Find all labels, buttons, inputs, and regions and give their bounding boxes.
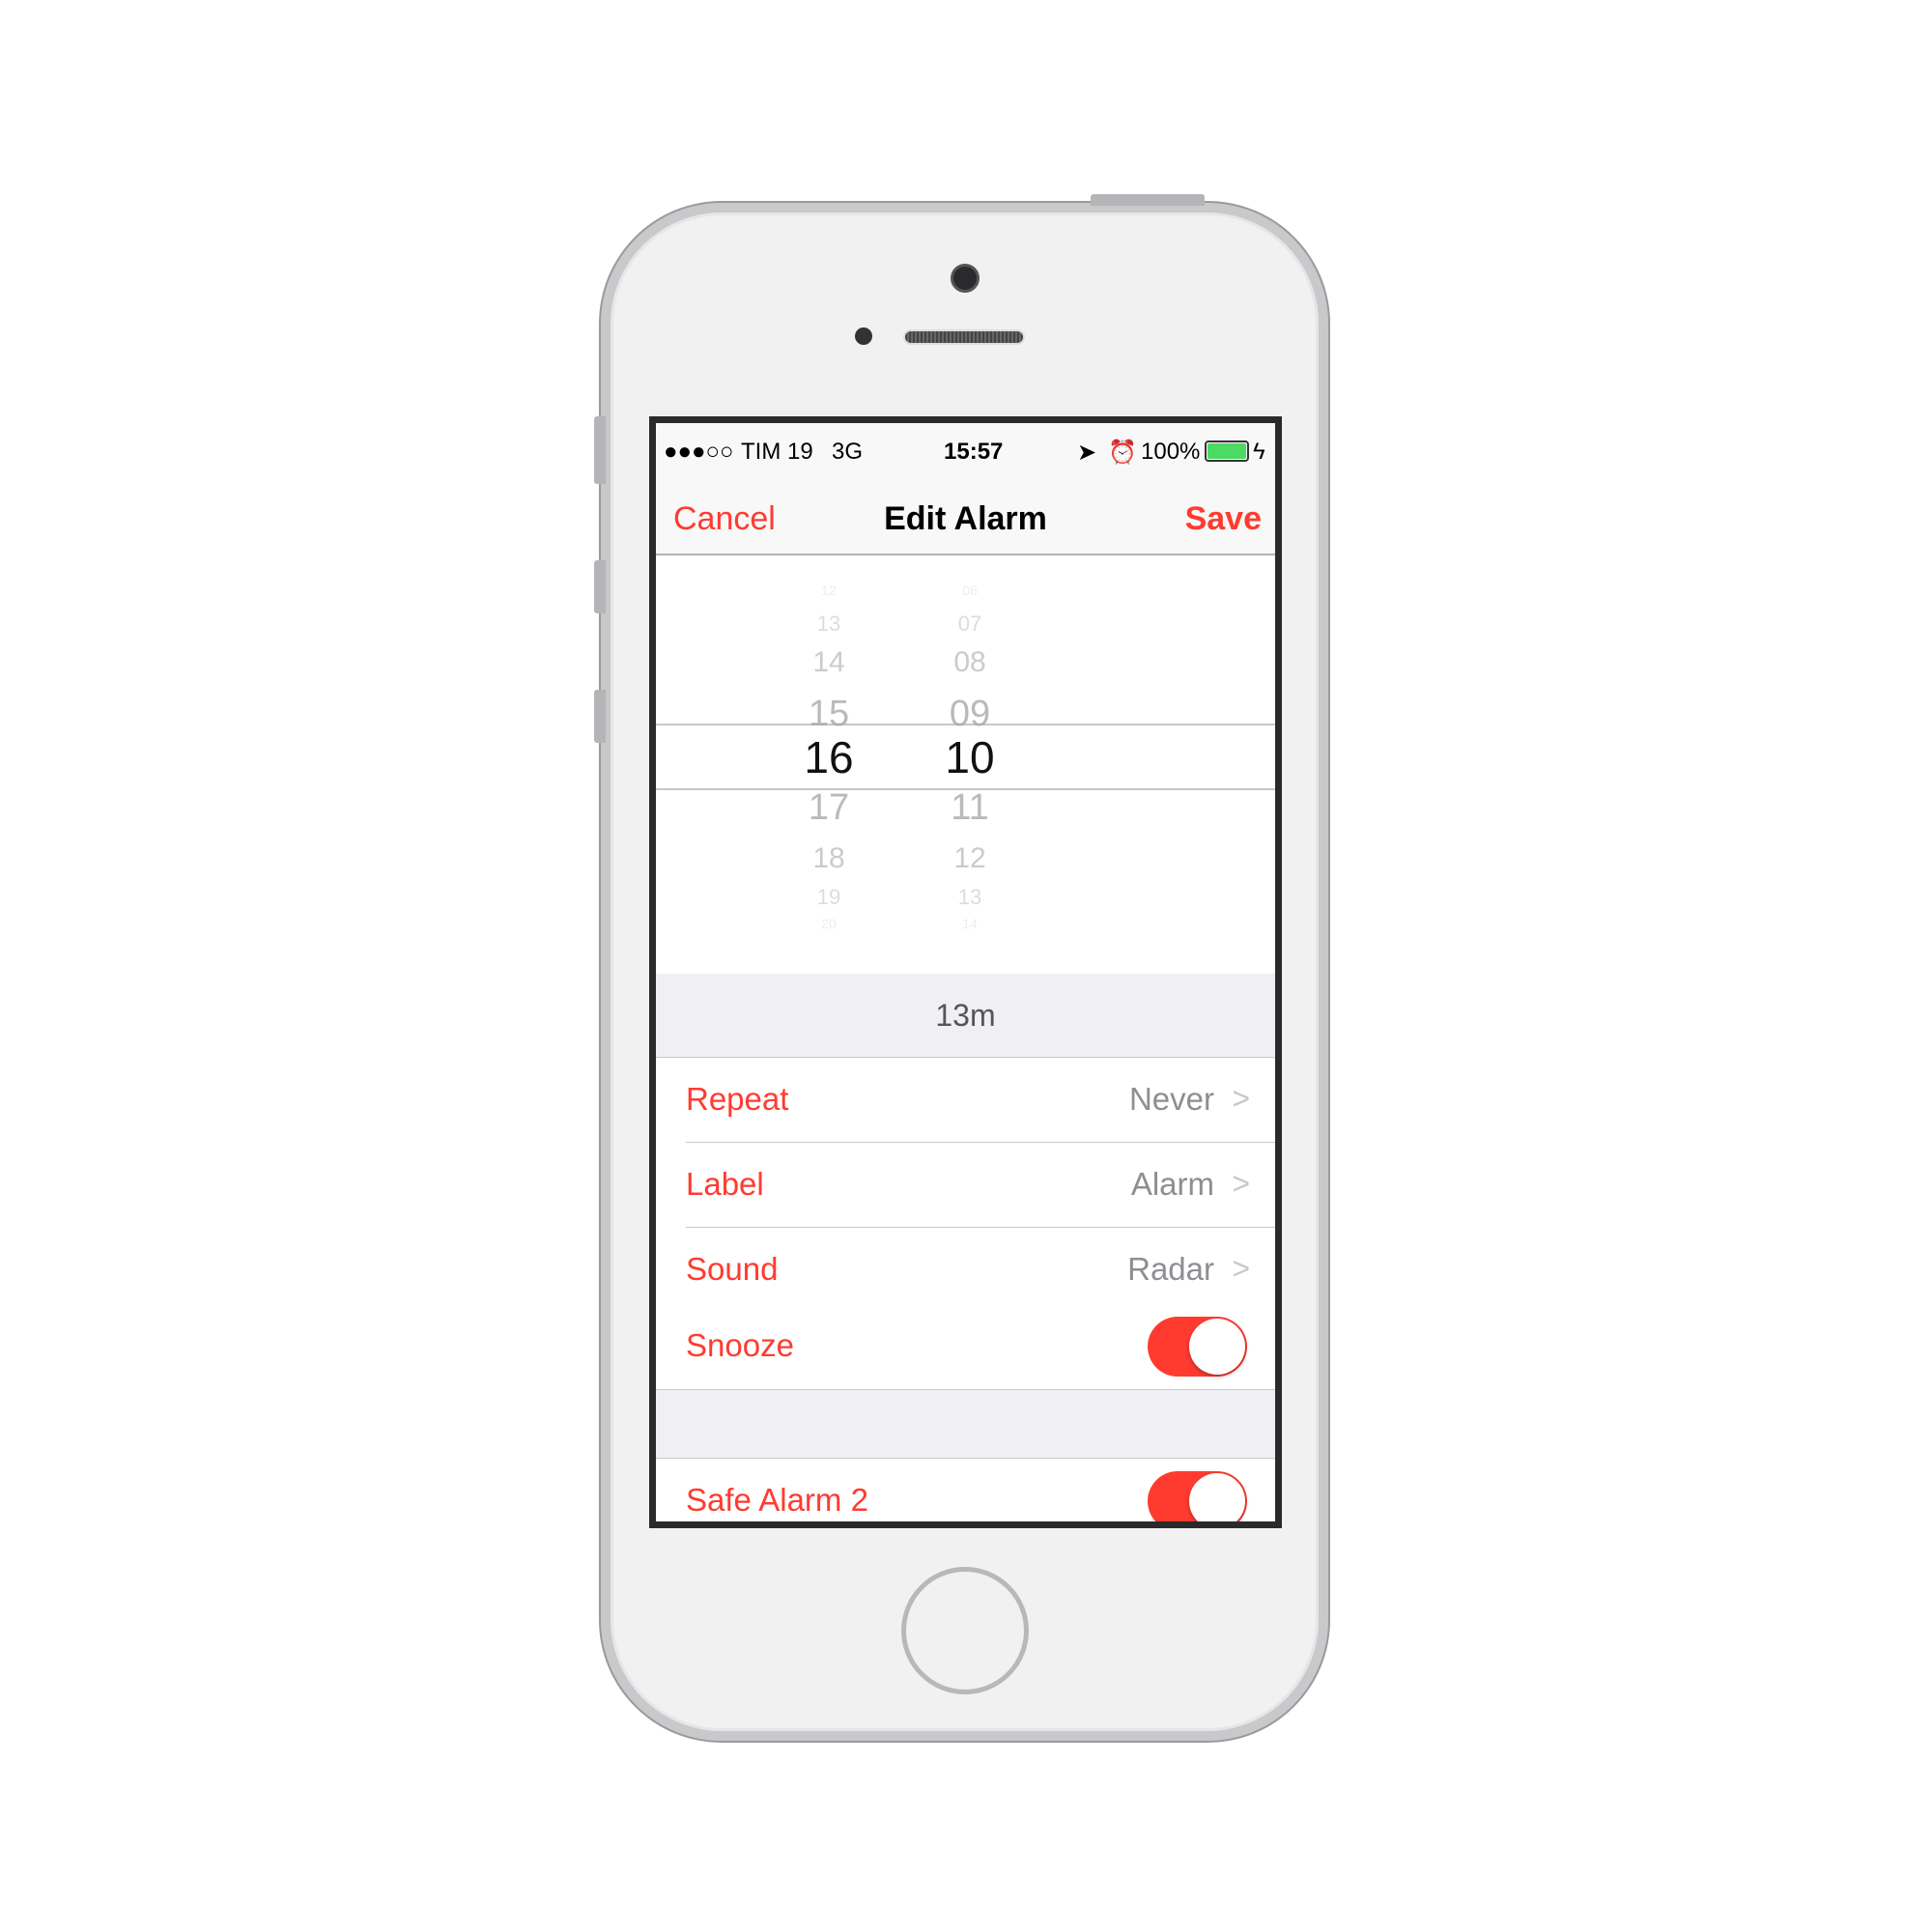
battery-percent: 100% [1141,439,1201,465]
label-value: Alarm [1130,1166,1214,1202]
picker-minute-option[interactable]: 12 [912,844,1028,873]
snooze-label: Snooze [686,1327,794,1363]
picker-hour-option[interactable]: 14 [771,648,887,677]
safe-alarm-toggle[interactable] [1148,1471,1247,1521]
battery-icon [1205,440,1249,462]
snooze-row: Snooze [656,1304,1275,1389]
snooze-toggle[interactable] [1148,1317,1247,1377]
lightning-bolt-icon: ϟ [1253,439,1265,465]
picker-minute-option[interactable]: 13 [912,887,1028,908]
picker-hour-option[interactable]: 20 [771,917,887,930]
location-arrow-icon: ➤ [1077,440,1097,466]
repeat-value: Never [1128,1081,1214,1117]
alarm-clock-icon: ⏰ [1108,440,1137,466]
picker-hour-option[interactable]: 12 [771,583,887,597]
selected-minute[interactable]: 10 [912,735,1028,780]
picker-minute-option[interactable]: 09 [912,696,1028,732]
picker-minute-option[interactable]: 08 [912,648,1028,677]
save-button[interactable]: Save [1185,500,1262,538]
screen: ●●●○○ TIM 19 3G 15:57 ➤ ⏰ 100% ϟ Cancel … [649,416,1282,1528]
label-label: Label [686,1166,764,1202]
home-button[interactable] [901,1567,1029,1694]
picker-hour-option[interactable]: 17 [771,789,887,826]
earpiece-speaker [903,329,1025,345]
chevron-right-icon: > [1232,1081,1250,1116]
safe-alarm-label: Safe Alarm 2 [686,1482,868,1518]
picker-minute-option[interactable]: 07 [912,613,1028,635]
repeat-row[interactable]: Repeat Never > [656,1058,1275,1143]
volume-down-button [594,690,606,743]
picker-hour-option[interactable]: 19 [771,887,887,908]
picker-hour-option[interactable]: 13 [771,613,887,635]
sound-label: Sound [686,1251,779,1287]
carrier: TIM 19 [741,439,813,465]
picker-hour-option[interactable]: 15 [771,696,887,732]
volume-up-button [594,560,606,613]
status-bar: ●●●○○ TIM 19 3G 15:57 ➤ ⏰ 100% ϟ [656,423,1275,481]
signal-strength: ●●●○○ [664,439,734,465]
clock: 15:57 [944,439,1004,465]
section-gap [656,1389,1275,1459]
picker-minute-option[interactable]: 14 [912,917,1028,930]
picker-minute-option[interactable]: 06 [912,583,1028,597]
picker-minute-option[interactable]: 11 [912,789,1028,826]
network-type: 3G [832,439,864,465]
mute-switch [594,416,606,484]
repeat-label: Repeat [686,1081,789,1117]
proximity-sensor [855,327,872,345]
safe-alarm-row: Safe Alarm 2 [656,1459,1275,1521]
front-camera [951,264,980,293]
selected-hour[interactable]: 16 [771,735,887,780]
sound-value: Radar [1127,1251,1214,1287]
chevron-right-icon: > [1232,1166,1250,1201]
time-picker[interactable]: 12 13 14 15 16 17 18 19 20 06 07 08 09 10 11 12 13 14 [656,557,1275,974]
power-button [1091,194,1205,206]
page-title: Edit Alarm [884,500,1047,537]
picker-hour-option[interactable]: 18 [771,844,887,873]
sound-row[interactable]: Sound Radar > [656,1228,1275,1313]
chevron-right-icon: > [1232,1251,1250,1286]
label-row[interactable]: Label Alarm > [656,1143,1275,1228]
navigation-bar: Cancel Edit Alarm Save [656,481,1275,555]
time-until-alarm: 13m [656,974,1275,1058]
